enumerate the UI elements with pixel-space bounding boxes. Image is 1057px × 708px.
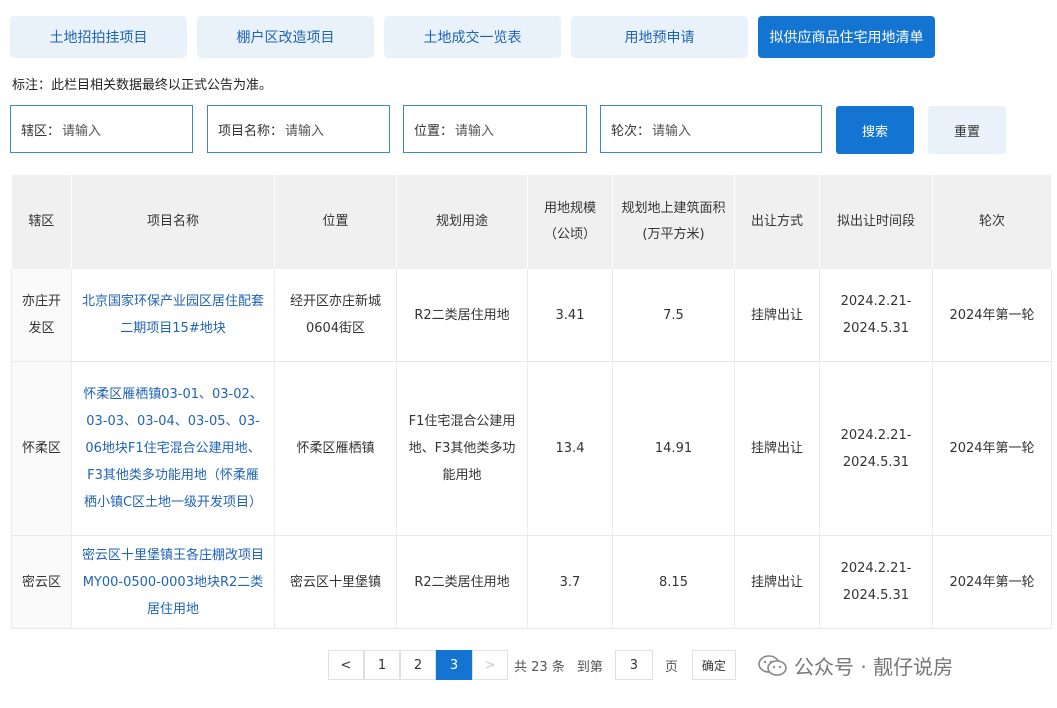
cell-project-link[interactable]: 密云区十里堡镇王各庄棚改项目MY00-0500-0003地块R2二类居住用地 — [71, 535, 275, 629]
cell-period: 2024.2.21-2024.5.31 — [819, 535, 933, 629]
round-field[interactable]: 轮次： 请输入 — [600, 105, 822, 153]
header-period: 拟出让时间段 — [819, 175, 933, 269]
cell-district: 密云区 — [11, 535, 72, 629]
page-button-2[interactable]: 2 — [400, 650, 436, 680]
table-row: 密云区 密云区十里堡镇王各庄棚改项目MY00-0500-0003地块R2二类居住… — [11, 535, 1052, 629]
cell-method: 挂牌出让 — [734, 535, 820, 629]
cell-floor-area: 7.5 — [612, 269, 735, 362]
cell-floor-area: 8.15 — [612, 535, 735, 629]
project-name-field[interactable]: 项目名称： 请输入 — [207, 105, 390, 153]
location-placeholder: 请输入 — [455, 123, 495, 139]
cell-district: 亦庄开发区 — [11, 269, 72, 362]
cell-location: 经开区亦庄新城0604街区 — [274, 269, 397, 362]
header-floor-area: 规划地上建筑面积(万平方米) — [612, 175, 735, 269]
total-count: 共 23 条 — [514, 659, 565, 675]
cell-use: F1住宅混合公建用地、F3其他类多功能用地 — [396, 361, 528, 536]
header-project: 项目名称 — [71, 175, 275, 269]
goto-label: 到第 — [576, 659, 603, 675]
table-row: 怀柔区 怀柔区雁栖镇03-01、03-02、03-03、03-04、03-05、… — [11, 361, 1052, 536]
cell-area: 3.7 — [527, 535, 613, 629]
cell-method: 挂牌出让 — [734, 269, 820, 362]
tab-bar: 土地招拍挂项目 棚户区改造项目 土地成交一览表 用地预申请 拟供应商品住宅用地清… — [10, 16, 935, 58]
project-name-label: 项目名称： — [218, 123, 284, 139]
cell-project-link[interactable]: 北京国家环保产业园区居住配套二期项目15#地块 — [71, 269, 275, 362]
cell-project-link[interactable]: 怀柔区雁栖镇03-01、03-02、03-03、03-04、03-05、03-0… — [71, 361, 275, 536]
page-unit-label: 页 — [664, 659, 678, 675]
tab-land-deals[interactable]: 土地成交一览表 — [384, 16, 561, 58]
header-district: 辖区 — [11, 175, 72, 269]
cell-period: 2024.2.21-2024.5.31 — [819, 361, 933, 536]
cell-round: 2024年第一轮 — [932, 361, 1052, 536]
watermark: 公众号 · 靓仔说房 — [758, 651, 953, 680]
cell-floor-area: 14.91 — [612, 361, 735, 536]
table-header-row: 辖区 项目名称 位置 规划用途 用地规模（公顷） 规划地上建筑面积(万平方米) … — [11, 175, 1052, 269]
cell-round: 2024年第一轮 — [932, 269, 1052, 362]
goto-page-input[interactable]: 3 — [614, 650, 653, 680]
land-supply-table: 辖区 项目名称 位置 规划用途 用地规模（公顷） 规划地上建筑面积(万平方米) … — [11, 175, 1052, 629]
round-placeholder: 请输入 — [652, 123, 692, 139]
header-location: 位置 — [274, 175, 397, 269]
tab-pre-application[interactable]: 用地预申请 — [571, 16, 748, 58]
cell-location: 密云区十里堡镇 — [274, 535, 397, 629]
cell-use: R2二类居住用地 — [396, 535, 528, 629]
location-field[interactable]: 位置： 请输入 — [403, 105, 587, 153]
cell-round: 2024年第一轮 — [932, 535, 1052, 629]
goto-confirm-button[interactable]: 确定 — [691, 650, 736, 680]
cell-period: 2024.2.21-2024.5.31 — [819, 269, 933, 362]
tab-residential-supply-list[interactable]: 拟供应商品住宅用地清单 — [758, 16, 935, 58]
pagination: < 1 2 3 > 共 23 条 到第 3 页 确定 — [328, 650, 736, 680]
header-area: 用地规模（公顷） — [527, 175, 613, 269]
search-button[interactable]: 搜索 — [836, 106, 914, 154]
tab-land-auction[interactable]: 土地招拍挂项目 — [10, 16, 187, 58]
note-text: 标注：此栏目相关数据最终以正式公告为准。 — [12, 78, 273, 93]
district-label: 辖区： — [21, 123, 61, 139]
table-row: 亦庄开发区 北京国家环保产业园区居住配套二期项目15#地块 经开区亦庄新城060… — [11, 269, 1052, 362]
tab-shantytown[interactable]: 棚户区改造项目 — [197, 16, 374, 58]
district-field[interactable]: 辖区： 请输入 — [10, 105, 193, 153]
prev-page-button[interactable]: < — [328, 650, 364, 680]
watermark-text: 公众号 · 靓仔说房 — [794, 655, 954, 679]
header-round: 轮次 — [932, 175, 1052, 269]
reset-button[interactable]: 重置 — [928, 106, 1006, 154]
cell-method: 挂牌出让 — [734, 361, 820, 536]
page-button-3[interactable]: 3 — [436, 650, 472, 680]
location-label: 位置： — [414, 123, 454, 139]
wechat-icon — [758, 654, 788, 677]
project-name-placeholder: 请输入 — [285, 123, 325, 139]
cell-area: 3.41 — [527, 269, 613, 362]
page-button-1[interactable]: 1 — [364, 650, 400, 680]
cell-district: 怀柔区 — [11, 361, 72, 536]
cell-location: 怀柔区雁栖镇 — [274, 361, 397, 536]
district-placeholder: 请输入 — [62, 123, 102, 139]
cell-area: 13.4 — [527, 361, 613, 536]
header-method: 出让方式 — [734, 175, 820, 269]
cell-use: R2二类居住用地 — [396, 269, 528, 362]
header-use: 规划用途 — [396, 175, 528, 269]
next-page-button[interactable]: > — [472, 650, 508, 680]
round-label: 轮次： — [611, 123, 651, 139]
